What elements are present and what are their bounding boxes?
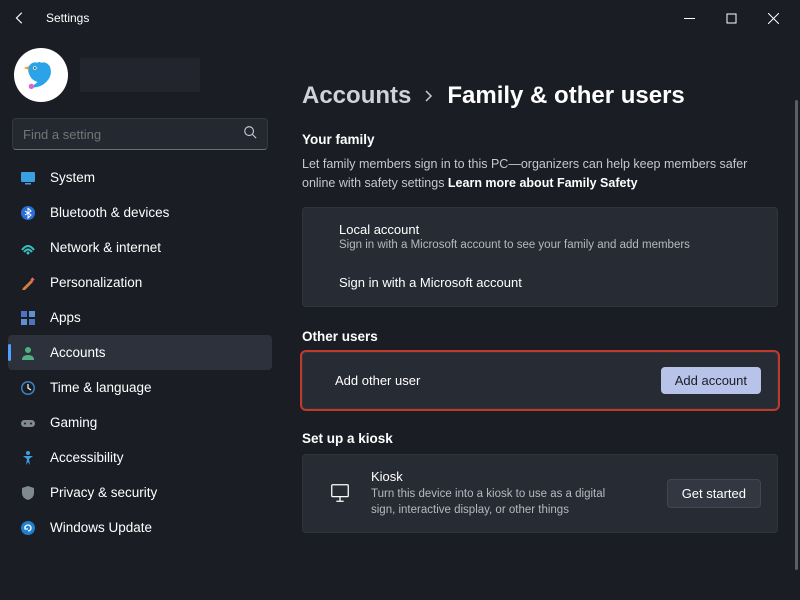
sidebar-item-label: Apps [50, 310, 81, 325]
arrow-left-icon [13, 11, 27, 25]
gaming-icon [20, 415, 36, 431]
other-users-heading: Other users [302, 329, 778, 344]
personalization-icon [20, 275, 36, 291]
sidebar-item-label: Privacy & security [50, 485, 157, 500]
sidebar-item-network[interactable]: Network & internet [8, 230, 272, 265]
local-account-sub: Sign in with a Microsoft account to see … [339, 239, 741, 251]
add-other-user-label: Add other user [319, 373, 645, 388]
window-title: Settings [46, 11, 89, 25]
maximize-button[interactable] [710, 3, 752, 33]
sidebar-item-system[interactable]: System [8, 160, 272, 195]
minimize-button[interactable] [668, 3, 710, 33]
local-account-title: Local account [339, 222, 741, 237]
sidebar-item-accounts[interactable]: Accounts [8, 335, 272, 370]
sign-in-microsoft-link[interactable]: Sign in with a Microsoft account [303, 261, 777, 306]
nav-list: System Bluetooth & devices Network & inter… [8, 160, 272, 545]
maximize-icon [726, 13, 737, 24]
add-other-user-card: Add other user Add account [302, 352, 778, 409]
privacy-icon [20, 485, 36, 501]
sidebar-item-accessibility[interactable]: Accessibility [8, 440, 272, 475]
family-description: Let family members sign in to this PC—or… [302, 155, 778, 193]
search-icon [243, 125, 257, 144]
sidebar: System Bluetooth & devices Network & inter… [0, 36, 280, 600]
sidebar-item-privacy[interactable]: Privacy & security [8, 475, 272, 510]
sidebar-item-bluetooth[interactable]: Bluetooth & devices [8, 195, 272, 230]
system-icon [20, 170, 36, 186]
close-icon [768, 13, 779, 24]
minimize-icon [684, 13, 695, 24]
sidebar-item-label: Network & internet [50, 240, 161, 255]
accessibility-icon [20, 450, 36, 466]
sidebar-item-label: Personalization [50, 275, 142, 290]
bluetooth-icon [20, 205, 36, 221]
network-icon [20, 240, 36, 256]
sidebar-item-label: Windows Update [50, 520, 152, 535]
get-started-button[interactable]: Get started [667, 479, 761, 508]
kiosk-sub: Turn this device into a kiosk to use as … [371, 486, 611, 518]
kiosk-title: Kiosk [371, 469, 649, 484]
kiosk-card: Kiosk Turn this device into a kiosk to u… [302, 454, 778, 533]
scrollbar[interactable] [795, 100, 798, 570]
accounts-icon [20, 345, 36, 361]
sidebar-item-label: Bluetooth & devices [50, 205, 169, 220]
sidebar-item-apps[interactable]: Apps [8, 300, 272, 335]
sidebar-item-gaming[interactable]: Gaming [8, 405, 272, 440]
main-panel: Accounts Family & other users Your famil… [280, 36, 800, 600]
add-account-button[interactable]: Add account [661, 367, 761, 394]
user-name-redacted [80, 58, 200, 92]
back-button[interactable] [6, 4, 34, 32]
local-account-card: Local account Sign in with a Microsoft a… [302, 207, 778, 307]
search-input[interactable] [23, 127, 243, 142]
family-heading: Your family [302, 132, 778, 147]
sidebar-item-label: Gaming [50, 415, 97, 430]
breadcrumb-leaf: Family & other users [447, 82, 684, 110]
kiosk-icon [327, 482, 353, 504]
close-button[interactable] [752, 3, 794, 33]
apps-icon [20, 310, 36, 326]
bird-avatar-icon [20, 54, 62, 96]
sidebar-item-label: System [50, 170, 95, 185]
chevron-right-icon [423, 86, 435, 107]
breadcrumb-root[interactable]: Accounts [302, 82, 411, 110]
titlebar: Settings [0, 0, 800, 36]
user-row[interactable] [8, 40, 272, 116]
time-icon [20, 380, 36, 396]
sidebar-item-personalization[interactable]: Personalization [8, 265, 272, 300]
sidebar-item-label: Accessibility [50, 450, 124, 465]
sidebar-item-label: Accounts [50, 345, 106, 360]
update-icon [20, 520, 36, 536]
avatar [14, 48, 68, 102]
sidebar-item-update[interactable]: Windows Update [8, 510, 272, 545]
sidebar-item-label: Time & language [50, 380, 152, 395]
search-box[interactable] [12, 118, 268, 150]
kiosk-heading: Set up a kiosk [302, 431, 778, 446]
sidebar-item-time[interactable]: Time & language [8, 370, 272, 405]
breadcrumb: Accounts Family & other users [302, 82, 778, 110]
family-safety-link[interactable]: Learn more about Family Safety [448, 176, 638, 190]
